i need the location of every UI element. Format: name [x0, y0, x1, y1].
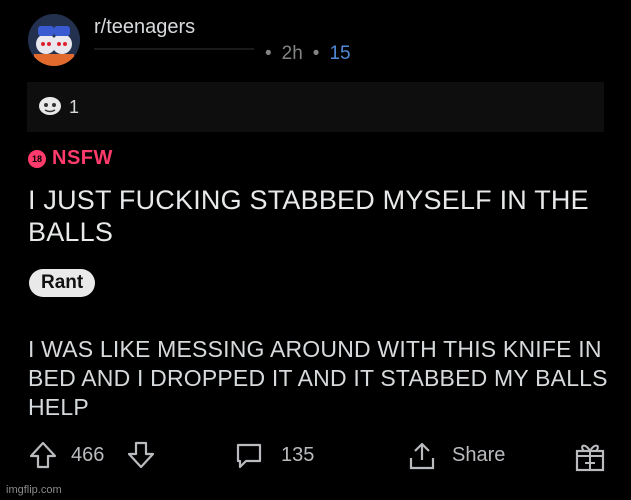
post-flair[interactable]: Rant: [29, 269, 96, 297]
nsfw-badge-icon: 18: [28, 149, 46, 168]
share-icon[interactable]: [406, 440, 438, 472]
post-body: I WAS LIKE MESSING AROUND WITH THIS KNIF…: [28, 336, 608, 420]
post-title[interactable]: I JUST FUCKING STABBED MYSELF IN THE BAL…: [28, 184, 613, 248]
comment-icon[interactable]: [234, 440, 264, 470]
post-time: 2h: [281, 43, 303, 64]
awards-count: 1: [69, 96, 80, 117]
award-icon: [37, 94, 63, 121]
vote-score: 466: [71, 444, 105, 466]
meta-separator: •: [312, 43, 320, 64]
subreddit-name[interactable]: r/teenagers: [94, 16, 195, 39]
award-count[interactable]: 15: [329, 43, 350, 65]
post-meta: • 2h • 15: [265, 43, 351, 65]
downvote-icon[interactable]: [126, 440, 156, 470]
action-bar: 466 135 Share: [0, 440, 631, 474]
awards-bar[interactable]: 1: [27, 82, 604, 132]
post-card: r/teenagers • 2h • 15 1 18 NSFW I JUST F…: [0, 0, 631, 500]
author-redacted: [94, 48, 254, 50]
subreddit-avatar[interactable]: [28, 14, 80, 66]
gift-icon[interactable]: [573, 440, 607, 472]
watermark: imgflip.com: [6, 484, 62, 496]
nsfw-label: NSFW: [52, 147, 113, 169]
share-button[interactable]: Share: [452, 444, 505, 467]
upvote-icon[interactable]: [28, 440, 58, 470]
comment-count[interactable]: 135: [281, 444, 314, 467]
nsfw-tag: 18 NSFW: [28, 147, 113, 170]
meta-separator: •: [265, 43, 272, 64]
